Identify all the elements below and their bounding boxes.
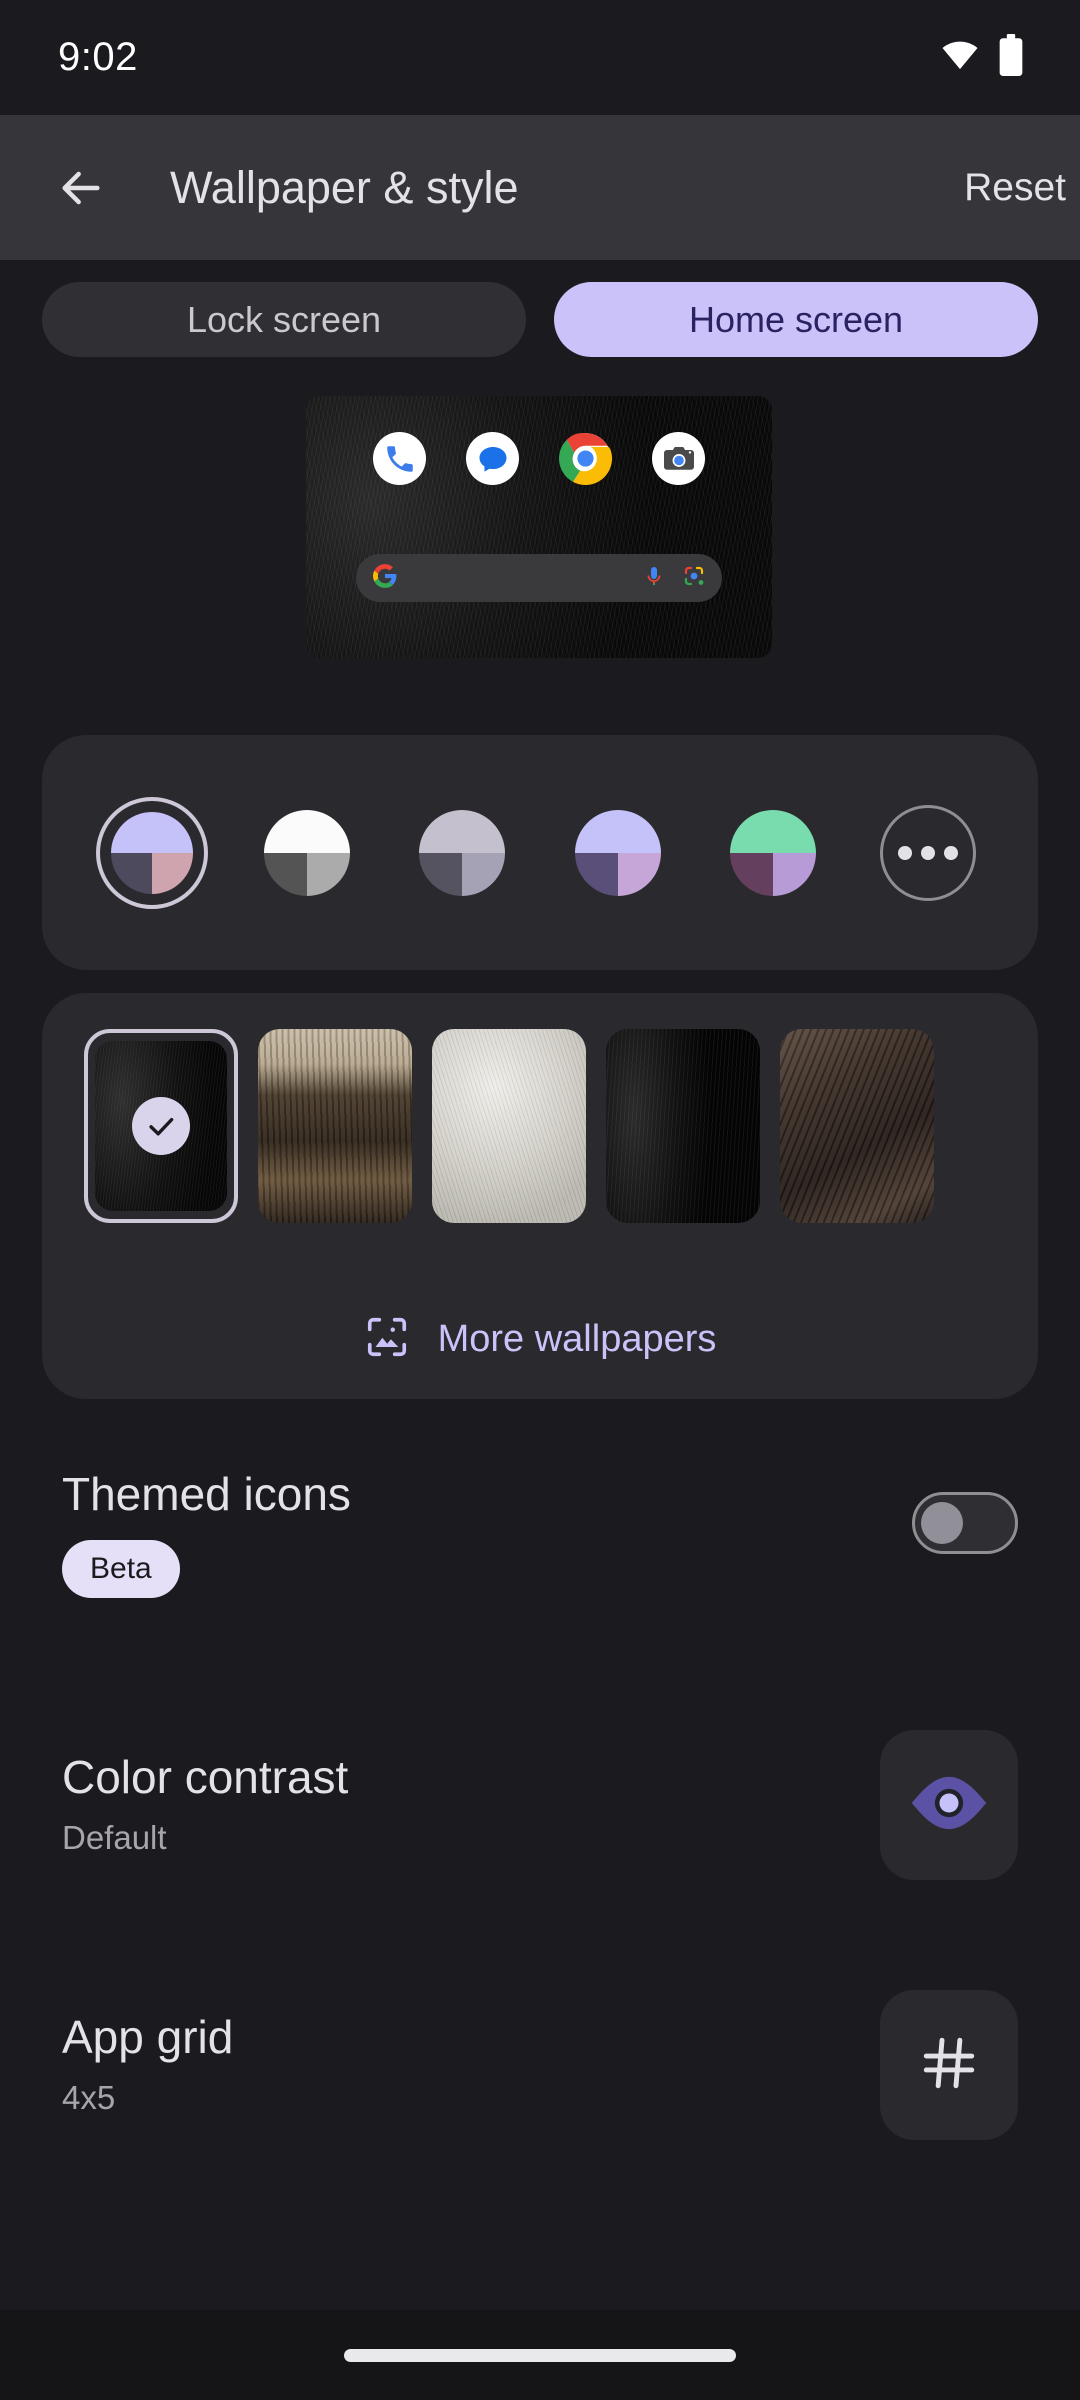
color-swatch-2[interactable] <box>253 799 361 907</box>
swatch-top <box>111 811 193 853</box>
swatch-top <box>729 809 816 853</box>
swatch-bottom-left <box>419 852 463 896</box>
home-screen-preview-wrapper <box>306 396 772 658</box>
color-swatch-3[interactable] <box>408 799 516 907</box>
beta-badge: Beta <box>62 1540 180 1599</box>
more-wallpapers-button[interactable]: More wallpapers <box>42 1314 1038 1365</box>
tab-home-screen[interactable]: Home screen <box>554 282 1038 357</box>
google-search-bar[interactable] <box>356 554 722 602</box>
page-title: Wallpaper & style <box>170 161 519 213</box>
wallpaper-thumb-1-image <box>95 1041 227 1211</box>
swatch-top <box>419 809 506 853</box>
wallpaper-thumbnail-row <box>42 993 1038 1223</box>
color-contrast-value: Default <box>62 1819 167 1857</box>
toggle-knob <box>921 1502 963 1544</box>
image-icon <box>364 1314 410 1365</box>
color-contrast-button[interactable] <box>880 1730 1018 1880</box>
swatch-top <box>264 809 351 853</box>
more-colors-button[interactable] <box>874 799 982 907</box>
color-swatch-3-circle <box>419 809 506 896</box>
wallpaper-thumb-5-image <box>780 1029 934 1223</box>
setting-row-themed-icons[interactable]: Themed icons Beta <box>0 1468 1080 1599</box>
navigation-bar <box>0 2310 1080 2400</box>
google-g-icon <box>372 563 398 594</box>
back-button[interactable] <box>48 155 114 221</box>
color-swatch-2-circle <box>264 809 351 896</box>
status-bar-icons <box>940 34 1024 81</box>
color-swatch-5-circle <box>729 809 816 896</box>
battery-icon <box>998 34 1024 81</box>
color-palette-card <box>42 735 1038 970</box>
preview-dock <box>306 432 772 485</box>
swatch-bottom-left <box>111 852 152 894</box>
wifi-icon <box>940 35 980 80</box>
themed-icons-text-group: Themed icons Beta <box>62 1468 351 1599</box>
color-swatch-row <box>42 735 1038 970</box>
messages-icon <box>466 432 519 485</box>
screen-tabs: Lock screen Home screen <box>0 282 1080 357</box>
setting-row-color-contrast[interactable]: Color contrast Default <box>0 1730 1080 1880</box>
wallpaper-thumb-2-image <box>258 1029 412 1223</box>
color-contrast-title: Color contrast <box>62 1750 349 1803</box>
swatch-bottom-left <box>729 852 773 896</box>
app-grid-value: 4x5 <box>62 2079 116 2117</box>
tab-lock-screen[interactable]: Lock screen <box>42 282 526 357</box>
camera-icon <box>652 432 705 485</box>
reset-button[interactable]: Reset <box>936 156 1080 220</box>
google-lens-icon[interactable] <box>682 564 706 593</box>
wallpaper-thumb-3[interactable] <box>432 1029 586 1223</box>
ellipsis-dot <box>897 845 912 860</box>
ellipsis-dot <box>943 845 958 860</box>
themed-icons-title: Themed icons <box>62 1468 351 1520</box>
color-swatch-5[interactable] <box>719 799 827 907</box>
more-wallpapers-label: More wallpapers <box>437 1318 717 1360</box>
wallpaper-thumb-5[interactable] <box>780 1029 934 1223</box>
swatch-bottom-right <box>462 852 506 896</box>
microphone-icon[interactable] <box>642 564 666 593</box>
ellipsis-icon <box>879 804 976 901</box>
status-bar-clock: 9:02 <box>58 35 138 79</box>
swatch-top <box>574 809 661 853</box>
swatch-bottom-right <box>152 852 193 894</box>
setting-row-app-grid[interactable]: App grid 4x5 <box>0 1990 1080 2140</box>
swatch-bottom-right <box>772 852 816 896</box>
back-arrow-icon <box>62 171 100 204</box>
app-grid-button[interactable] <box>880 1990 1018 2140</box>
color-swatch-1[interactable] <box>96 796 208 909</box>
home-screen-preview[interactable] <box>306 396 772 658</box>
check-icon <box>132 1097 190 1155</box>
wallpaper-thumb-4-image <box>606 1029 760 1223</box>
color-swatch-4[interactable] <box>564 799 672 907</box>
gesture-home-handle[interactable] <box>344 2348 736 2362</box>
status-bar: 9:02 <box>0 0 1080 115</box>
themed-icons-toggle[interactable] <box>912 1492 1018 1554</box>
wallpaper-card: More wallpapers <box>42 993 1038 1399</box>
wallpaper-thumb-1[interactable] <box>84 1029 238 1223</box>
wallpaper-thumb-3-image <box>432 1029 586 1223</box>
swatch-bottom-right <box>617 852 661 896</box>
app-grid-title: App grid <box>62 2010 234 2063</box>
app-grid-text-group: App grid 4x5 <box>62 2013 233 2117</box>
swatch-bottom-left <box>264 852 308 896</box>
wallpaper-thumb-4[interactable] <box>606 1029 760 1223</box>
phone-screen: 9:02 Wallpaper & style Reset Lock screen… <box>0 0 1080 2400</box>
color-swatch-1-circle <box>111 811 193 894</box>
wallpaper-thumb-2[interactable] <box>258 1029 412 1223</box>
color-contrast-text-group: Color contrast Default <box>62 1753 348 1857</box>
app-bar: Wallpaper & style Reset <box>0 115 1080 260</box>
swatch-bottom-left <box>574 852 618 896</box>
eye-icon <box>908 1774 990 1837</box>
phone-icon <box>373 432 426 485</box>
ellipsis-dot <box>920 845 935 860</box>
chrome-icon <box>559 432 612 485</box>
grid-icon <box>918 2032 980 2099</box>
color-swatch-4-circle <box>574 809 661 896</box>
swatch-bottom-right <box>307 852 351 896</box>
